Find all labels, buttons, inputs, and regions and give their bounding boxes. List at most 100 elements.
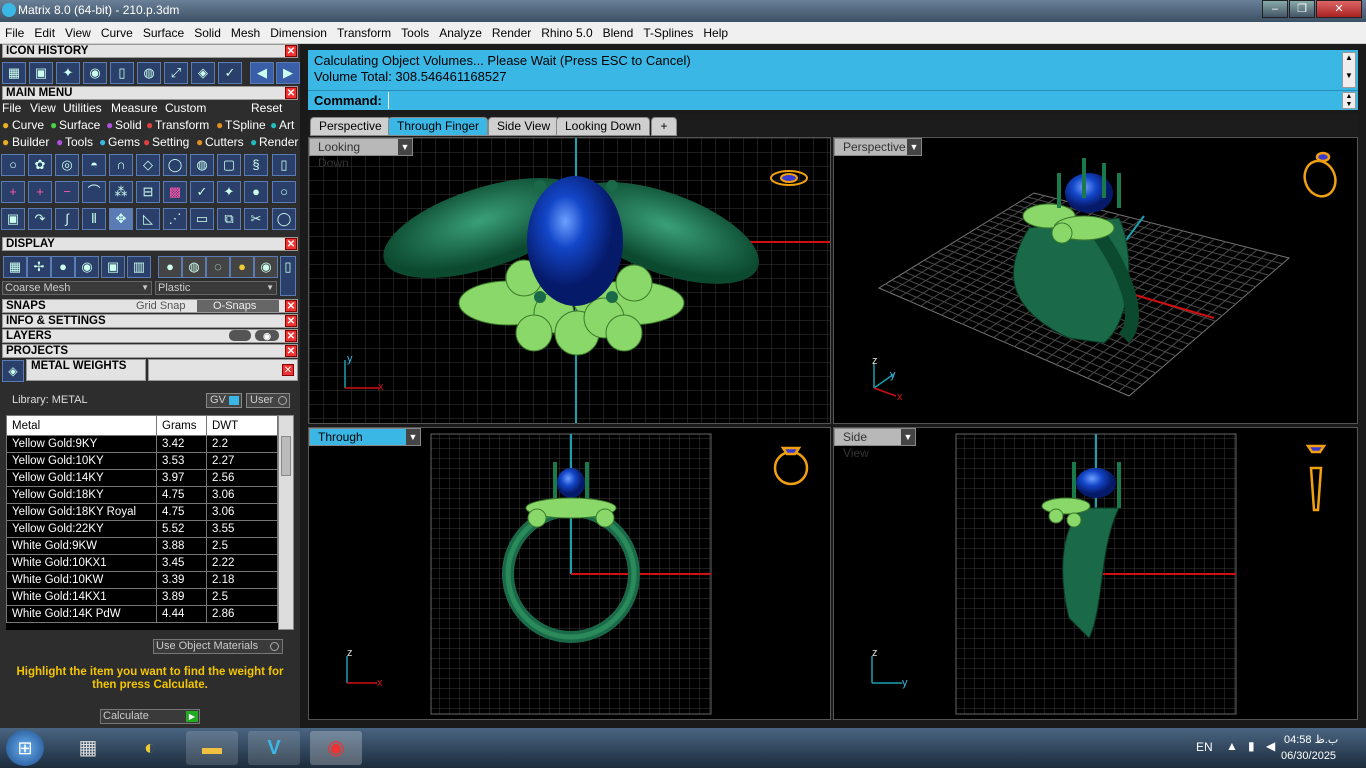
close-icon[interactable]: ✕ <box>285 345 297 357</box>
cat-solid[interactable]: Solid <box>115 118 142 132</box>
tab-side-view[interactable]: Side View <box>488 117 560 136</box>
menu-edit[interactable]: Edit <box>29 22 60 44</box>
pattern-tool-icon[interactable]: ✿ <box>28 154 52 176</box>
viewport-label-looking-down[interactable]: Looking Down ▼ <box>309 138 413 170</box>
info-settings-header[interactable]: INFO & SETTINGS ✕ <box>2 314 298 328</box>
table-row[interactable]: White Gold:14K PdW 4.44 2.86 <box>6 605 278 623</box>
network-icon[interactable]: ▮ <box>1248 739 1255 753</box>
fan-tool-icon[interactable]: ⋰ <box>163 208 187 230</box>
rendered-sphere-icon[interactable]: ◉ <box>75 256 99 278</box>
table-row[interactable]: Yellow Gold:22KY 5.52 3.55 <box>6 520 278 538</box>
scatter2-tool-icon[interactable]: ✦ <box>217 181 241 203</box>
coarse-mesh-select[interactable]: Coarse Mesh ▼ <box>2 281 152 295</box>
col-grams[interactable]: Grams <box>156 415 207 436</box>
cubes-tool-icon[interactable]: ▣ <box>1 208 25 230</box>
check-icon[interactable]: ✓ <box>218 62 242 84</box>
plus-grid-tool-icon[interactable]: + <box>28 181 52 203</box>
table-row[interactable]: White Gold:9KW 3.88 2.5 <box>6 537 278 555</box>
chevron-down-icon[interactable]: ▼ <box>398 139 412 155</box>
minimize-button[interactable]: – <box>1262 0 1288 18</box>
sphere-tool-icon[interactable]: ● <box>244 181 268 203</box>
language-indicator[interactable]: EN <box>1196 740 1213 754</box>
menu-render[interactable]: Render <box>487 22 536 44</box>
material-gold-icon[interactable]: ● <box>230 256 254 278</box>
table-row[interactable]: Yellow Gold:9KY 3.42 2.2 <box>6 435 278 453</box>
viewport-through-finger[interactable]: z x Through Finger ▼ <box>308 427 831 720</box>
shaded-sphere-icon[interactable]: ● <box>51 256 75 278</box>
cat-surface[interactable]: Surface <box>59 118 100 132</box>
gem-setting-tool-icon[interactable]: ◇ <box>136 154 160 176</box>
menu-surface[interactable]: Surface <box>138 22 189 44</box>
gem-icon[interactable]: ◈ <box>191 62 215 84</box>
use-object-materials-toggle[interactable]: Use Object Materials <box>153 639 283 654</box>
menu-curve[interactable]: Curve <box>96 22 138 44</box>
viewport-label-through-finger[interactable]: Through Finger ▼ <box>309 428 421 460</box>
layer-toggle-icon[interactable] <box>229 330 251 341</box>
curve-tool-icon[interactable]: ↷ <box>28 208 52 230</box>
menu-tools[interactable]: Tools <box>396 22 434 44</box>
table-scrollbar[interactable] <box>278 415 294 630</box>
menu-solid[interactable]: Solid <box>189 22 226 44</box>
chevron-down-icon[interactable]: ▼ <box>901 429 915 445</box>
mm-file[interactable]: File <box>2 101 21 115</box>
metal-weights-tab[interactable]: METAL WEIGHTS <box>26 359 146 381</box>
menu-analyze[interactable]: Analyze <box>434 22 487 44</box>
grid-snap-toggle[interactable]: Grid Snap <box>136 300 186 312</box>
display-icon[interactable]: ▣ <box>29 62 53 84</box>
viewport-side-view[interactable]: z y Side View ▼ <box>833 427 1358 720</box>
mm-view[interactable]: View <box>30 101 56 115</box>
page-icon[interactable]: ▯ <box>110 62 134 84</box>
cat-setting[interactable]: Setting <box>152 135 189 149</box>
snaps-header[interactable]: SNAPS Grid Snap O-Snaps ✕ <box>2 299 298 313</box>
eye-icon[interactable]: ◉ <box>255 330 279 341</box>
command-spinner[interactable]: ▲ ▼ <box>1342 92 1356 109</box>
viewport-label-side-view[interactable]: Side View ▼ <box>834 428 916 460</box>
material-wire-icon[interactable]: ◍ <box>182 256 206 278</box>
paint-icon[interactable]: ◐ <box>124 731 176 765</box>
clock-time[interactable]: 04:58 ب.ظ <box>1284 733 1338 746</box>
forward-arrow-icon[interactable]: ▶ <box>276 62 300 84</box>
chevron-down-icon[interactable]: ▼ <box>907 139 921 155</box>
menu-view[interactable]: View <box>60 22 96 44</box>
bevel-tool-icon[interactable]: ◺ <box>136 208 160 230</box>
cut-tool-icon[interactable]: ✂ <box>244 208 268 230</box>
sweep-tool-icon[interactable]: ∫ <box>55 208 79 230</box>
main-menu-header[interactable]: MAIN MENU ✕ <box>2 86 298 100</box>
gv-toggle[interactable]: GV <box>206 393 242 408</box>
bezel-tool-icon[interactable]: ◯ <box>163 154 187 176</box>
menu-file[interactable]: File <box>0 22 29 44</box>
display-header[interactable]: DISPLAY ✕ <box>2 237 298 251</box>
profile-tool-icon[interactable]: ▢ <box>217 154 241 176</box>
xray-icon[interactable]: ▣ <box>101 256 125 278</box>
menu-help[interactable]: Help <box>698 22 733 44</box>
display-toggle-icon[interactable]: ▯ <box>280 256 296 296</box>
menu-tsplines[interactable]: T-Splines <box>638 22 698 44</box>
mm-custom[interactable]: Custom <box>165 101 206 115</box>
material-gloss-icon[interactable]: ● <box>158 256 182 278</box>
check-tool-icon[interactable]: ✓ <box>190 181 214 203</box>
close-button[interactable]: ✕ <box>1316 0 1362 18</box>
table-row[interactable]: Yellow Gold:18KY 4.75 3.06 <box>6 486 278 504</box>
close-icon[interactable]: ✕ <box>285 300 297 312</box>
volume-icon[interactable]: ◀ <box>1266 739 1275 753</box>
viewport-perspective[interactable]: z y x Perspective ▼ <box>833 137 1358 424</box>
wireframe-icon[interactable]: ▦ <box>3 256 27 278</box>
tab-looking-down[interactable]: Looking Down <box>556 117 651 136</box>
osnaps-toggle[interactable]: O-Snaps <box>197 300 279 312</box>
shield-tool-icon[interactable]: ◍ <box>190 154 214 176</box>
cat-art[interactable]: Art <box>279 118 294 132</box>
material-matte-icon[interactable]: ◌ <box>206 256 230 278</box>
arc-tool-icon[interactable]: ⌒ <box>82 181 106 203</box>
minus-plus-tool-icon[interactable]: − <box>55 181 79 203</box>
menu-mesh[interactable]: Mesh <box>226 22 265 44</box>
projects-header[interactable]: PROJECTS ✕ <box>2 344 298 358</box>
tab-through-finger[interactable]: Through Finger <box>388 117 489 136</box>
calculate-button[interactable]: Calculate ▶ <box>100 709 200 724</box>
chrome-icon[interactable]: ◉ <box>310 731 362 765</box>
spring-tool-icon[interactable]: § <box>244 154 268 176</box>
scatter-tool-icon[interactable]: ⁂ <box>109 181 133 203</box>
maximize-button[interactable]: ❐ <box>1289 0 1315 18</box>
close-icon[interactable]: ✕ <box>285 87 297 99</box>
material-select[interactable]: Plastic ▼ <box>155 281 277 295</box>
shank-tool-icon[interactable]: ∩ <box>109 154 133 176</box>
